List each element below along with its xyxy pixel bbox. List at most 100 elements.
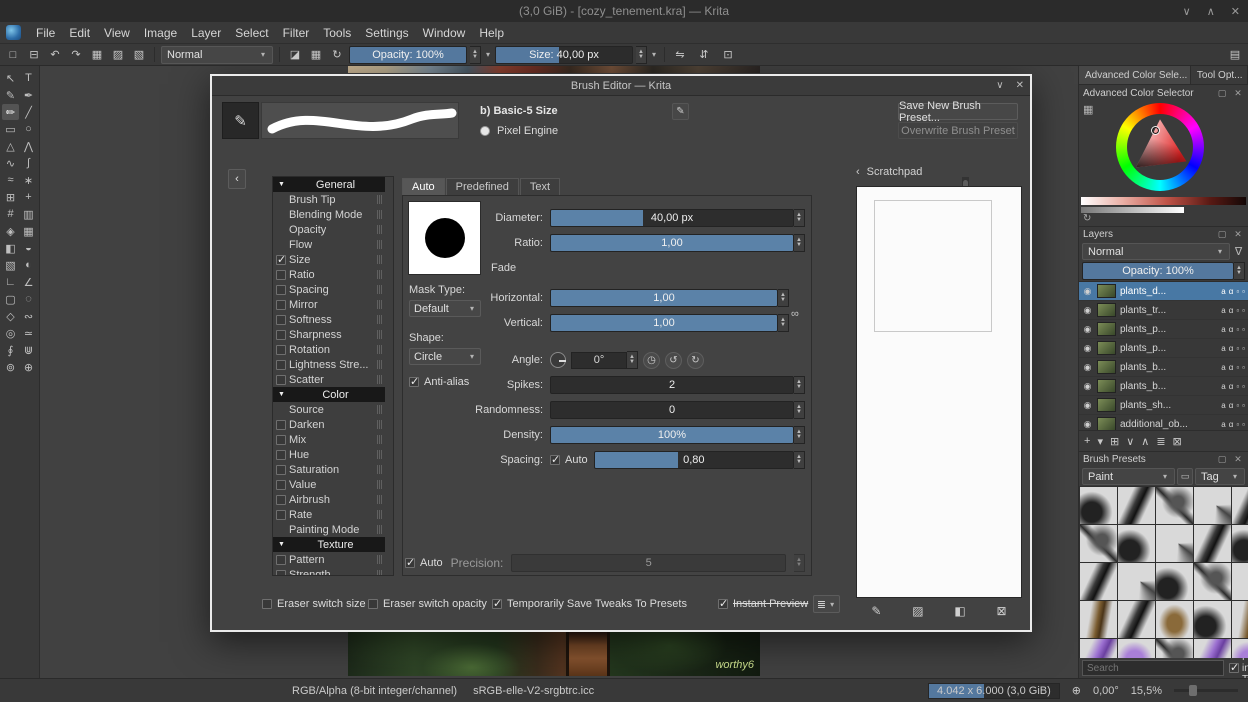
menu-layer[interactable]: Layer [184,24,228,42]
fade-vertical-spinner[interactable]: ▲ ▼ [778,314,789,332]
inherit-alpha-icon[interactable]: α [1229,306,1234,315]
line-tool[interactable]: ╱ [20,104,37,120]
filter-in-tag-checkbox[interactable] [1229,661,1239,674]
option-checkbox[interactable] [276,509,286,520]
measure-tool[interactable]: ∠ [20,274,37,290]
brush-preset-thumbnail[interactable] [1156,525,1193,562]
visibility-eye-icon[interactable]: ◉ [1082,362,1093,373]
refresh-icon[interactable]: ↻ [1083,213,1091,224]
contiguous-select-tool[interactable]: ◎ [2,325,19,341]
menu-view[interactable]: View [97,24,137,42]
inherit-alpha-icon[interactable]: α [1229,401,1234,410]
alpha-lock-icon[interactable]: a [1221,382,1225,391]
color-sampler-tool[interactable]: ◈ [2,223,19,239]
float-docker-icon[interactable]: ▢ [1216,229,1228,240]
layers-docker-header[interactable]: Layers ▢ ✕ [1079,226,1248,242]
polyline-tool[interactable]: ⋀ [20,138,37,154]
brush-preset-thumbnail[interactable] [1118,487,1155,524]
brush-preset-thumbnail[interactable] [1080,487,1117,524]
precision-auto-checkbox-row[interactable]: Auto [405,556,443,569]
spikes-slider[interactable]: 2 [550,376,794,394]
fade-horizontal-spinner[interactable]: ▲ ▼ [778,289,789,307]
blend-mode-select[interactable]: Normal ▾ [161,45,273,64]
scratchpad-fill-color-icon[interactable]: ◧ [954,604,965,618]
float-docker-icon[interactable]: ▢ [1216,88,1228,99]
brush-preset-thumbnail[interactable] [1156,487,1193,524]
option-row[interactable]: ▼ Color [273,387,385,402]
alpha-lock-icon[interactable]: a [1221,306,1225,315]
brush-preset-thumbnail[interactable] [1194,525,1231,562]
tab-auto[interactable]: Auto [402,178,445,195]
option-row[interactable]: ▼ Ratio [273,267,385,282]
option-checkbox[interactable] [276,554,286,565]
layer-lock-icon[interactable]: ▫ [1236,344,1239,353]
layer-row[interactable]: ◉ plants_p... a α ▫ ▫ [1079,320,1248,339]
inherit-alpha-icon[interactable]: α [1229,363,1234,372]
scratchpad-clear-icon[interactable]: ⊠ [997,604,1007,618]
scratchpad-canvas[interactable] [856,186,1022,598]
fill-tool[interactable]: ◧ [2,240,19,256]
option-row[interactable]: ▼ Brush Tip [273,192,385,207]
option-checkbox[interactable] [276,359,286,370]
saturation-value-triangle[interactable] [1136,119,1187,168]
delete-layer-icon[interactable]: ⊠ [1173,435,1182,448]
pan-tool[interactable]: ⊕ [20,359,37,375]
layer-filter-icon[interactable]: ∇ [1232,243,1245,260]
option-row[interactable]: ▼ Scatter [273,372,385,387]
layer-lock-icon[interactable]: ▫ [1236,420,1239,429]
colorize-mask-tool[interactable]: ◐ [20,257,37,273]
layer-blend-mode-select[interactable]: Normal ▾ [1082,243,1230,260]
brush-preset-thumbnail[interactable] [1118,525,1155,562]
menu-image[interactable]: Image [137,24,184,42]
option-checkbox[interactable] [276,479,286,490]
option-checkbox[interactable] [276,374,286,385]
menu-select[interactable]: Select [228,24,275,42]
angle-clock-icon[interactable]: ◷ [643,351,660,369]
new-document-icon[interactable]: □ [4,46,22,64]
dialog-titlebar[interactable]: Brush Editor — Krita ∨ ✕ [212,76,1030,96]
eraser-toggle-icon[interactable]: ◪ [286,46,304,64]
layer-options-icon[interactable]: ▫ [1242,401,1245,410]
canvas-angle-text[interactable]: 0,00° [1093,685,1119,697]
brush-preset-thumbnail[interactable] [1156,601,1193,638]
enclose-fill-tool[interactable]: ◒ [20,240,37,256]
alpha-lock-icon[interactable]: a [1221,420,1225,429]
angle-ccw-icon[interactable]: ↺ [665,351,682,369]
option-row[interactable]: ▼ Painting Mode [273,522,385,537]
layer-options-icon[interactable]: ▫ [1242,382,1245,391]
option-row[interactable]: ▼ Pattern [273,552,385,567]
layer-options-icon[interactable]: ▫ [1242,306,1245,315]
layer-row[interactable]: ◉ plants_sh... a α ▫ ▫ [1079,396,1248,415]
option-checkbox[interactable] [276,314,286,325]
hue-ring[interactable] [1116,103,1204,191]
undo-icon[interactable]: ↶ [46,46,64,64]
diameter-slider[interactable]: 40,00 px [550,209,794,227]
option-checkbox[interactable] [276,269,286,280]
move-layer-up-icon[interactable]: ∧ [1141,435,1149,448]
preserve-alpha-icon[interactable]: ▦ [307,46,325,64]
density-spinner[interactable]: ▲ ▼ [794,426,805,444]
float-docker-icon[interactable]: ▢ [1216,454,1228,465]
option-checkbox[interactable] [276,284,286,295]
eraser-switch-size-checkbox[interactable] [262,599,272,609]
trim-canvas-icon[interactable]: ⊡ [719,46,737,64]
option-row[interactable]: ▼ Hue [273,447,385,462]
maximize-icon[interactable]: ∧ [1207,5,1215,18]
option-checkbox[interactable] [276,569,286,575]
visibility-eye-icon[interactable]: ◉ [1082,324,1093,335]
layer-row[interactable]: ◉ additional_ob... a α ▫ ▫ [1079,415,1248,430]
inherit-alpha-icon[interactable]: α [1229,420,1234,429]
randomness-slider[interactable]: 0 [550,401,794,419]
option-row[interactable]: ▼ Texture [273,537,385,552]
close-docker-icon[interactable]: ✕ [1232,88,1244,99]
option-checkbox[interactable] [276,344,286,355]
option-row[interactable]: ▼ Sharpness [273,327,385,342]
add-layer-caret-icon[interactable]: ▾ [1097,435,1103,448]
pattern-chooser-icon[interactable]: ▦ [88,46,106,64]
layer-row[interactable]: ◉ plants_tr... a α ▫ ▫ [1079,301,1248,320]
similar-select-tool[interactable]: ≃ [20,325,37,341]
menu-window[interactable]: Window [416,24,473,42]
opacity-slider[interactable]: Opacity: 100% [349,45,467,64]
brush-preset-thumbnail[interactable] [1118,563,1155,600]
brush-preset-thumbnail[interactable] [1118,601,1155,638]
